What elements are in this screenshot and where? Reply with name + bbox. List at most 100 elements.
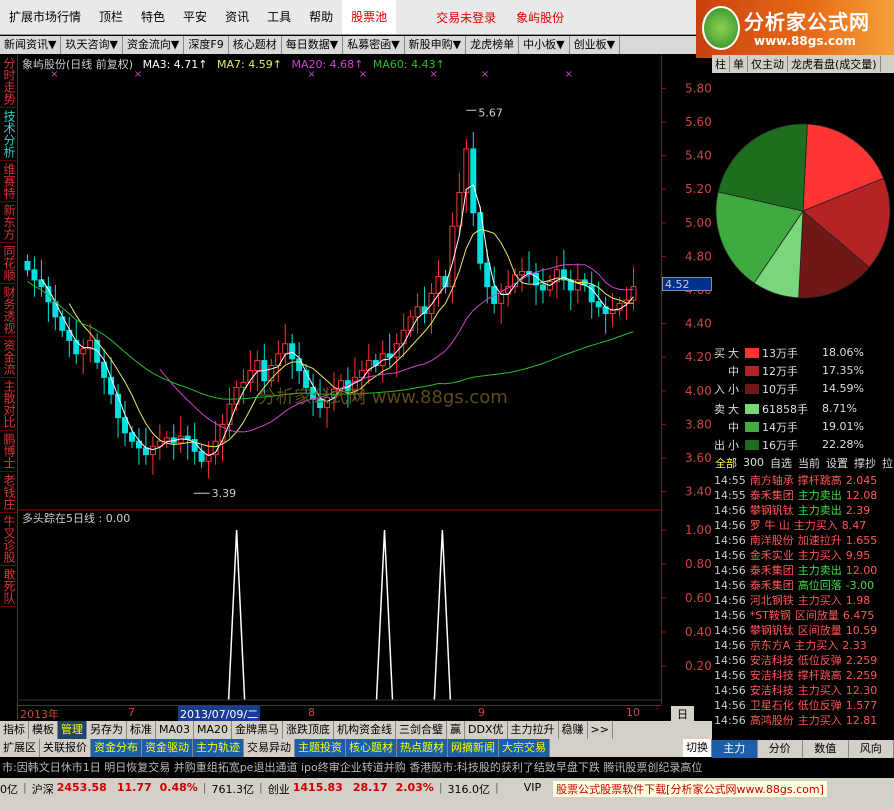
extension-tab-10[interactable]: 大宗交易 — [499, 739, 550, 757]
extension-tab-5[interactable]: 交易异动 — [244, 739, 295, 757]
vip-button[interactable]: VIP — [524, 781, 541, 794]
left-tab-0[interactable]: 分时走势 — [0, 55, 17, 108]
left-tab-9[interactable]: 老钱庄 — [0, 472, 17, 513]
trade-row[interactable]: 14:56 京东方A 主力买入 2.33 — [714, 637, 894, 652]
right-tab-2[interactable]: 仅主动 — [748, 56, 788, 72]
trade-row[interactable]: 14:56 金禾实业 主力买入 9.95 — [714, 547, 894, 562]
indicator-tab-14[interactable]: 稳赚 — [559, 721, 588, 739]
indicator-tab-4[interactable]: 标准 — [127, 721, 156, 739]
filter-tab-0[interactable]: 全部 — [712, 455, 740, 470]
filter-tab-3[interactable]: 当前 — [795, 455, 823, 470]
indicator-tab-8[interactable]: 涨跌顶底 — [283, 721, 335, 739]
menu-item-topbar[interactable]: 顶栏 — [90, 0, 132, 34]
right-bottom-tab-1[interactable]: 分价 — [758, 740, 803, 758]
tool-tab-5[interactable]: 每日数据▼ — [282, 36, 344, 54]
left-tab-4[interactable]: 同花顺 — [0, 243, 17, 284]
trade-row[interactable]: 14:56 卫星石化 低位反弹 1.577 — [714, 697, 894, 712]
tool-tab-1[interactable]: 玖天咨询▼ — [61, 36, 123, 54]
indicator-tab-9[interactable]: 机构资金线 — [334, 721, 397, 739]
indicator-tab-1[interactable]: 模板 — [29, 721, 58, 739]
left-tab-7[interactable]: 主散对比 — [0, 378, 17, 431]
right-tab-3[interactable]: 龙虎看盘(成交量) — [788, 56, 881, 72]
trade-row[interactable]: 14:56 泰禾集团 高位回落 -3.00 — [714, 577, 894, 592]
indicator-tab-15[interactable]: >> — [588, 721, 613, 739]
left-tab-10[interactable]: 牛叉诊股 — [0, 513, 17, 566]
menu-item-info[interactable]: 资讯 — [216, 0, 258, 34]
menu-item-help[interactable]: 帮助 — [300, 0, 342, 34]
filter-tab-6[interactable]: 拉出 — [879, 455, 894, 470]
tool-tab-8[interactable]: 龙虎榜单 — [466, 36, 520, 54]
menu-item-extend[interactable]: 扩展市场行情 — [0, 0, 90, 34]
trade-row[interactable]: 14:55 泰禾集团 主力卖出 12.08 — [714, 487, 894, 502]
trade-row[interactable]: 14:56 安洁科技 低位反弹 2.259 — [714, 652, 894, 667]
menu-item-feature[interactable]: 特色 — [132, 0, 174, 34]
trade-row[interactable]: 14:56 攀钢钒钛 区间放量 10.59 — [714, 622, 894, 637]
right-tab-0[interactable]: 柱 — [712, 56, 730, 72]
filter-tab-1[interactable]: 300 — [740, 456, 767, 469]
right-bottom-tab-0[interactable]: 主力 — [712, 740, 758, 758]
tool-tab-2[interactable]: 资金流向▼ — [123, 36, 185, 54]
extension-tab-6[interactable]: 主题投资 — [295, 739, 346, 757]
extension-tab-0[interactable]: 扩展区 — [0, 739, 40, 757]
indicator-tab-0[interactable]: 指标 — [0, 721, 29, 739]
filter-tab-5[interactable]: 撑抄 — [851, 455, 879, 470]
trade-row[interactable]: 14:56 攀钢钒钛 主力卖出 2.39 — [714, 502, 894, 517]
left-tab-2[interactable]: 维赛特 — [0, 161, 17, 202]
left-tab-1[interactable]: 技术分析 — [0, 108, 17, 161]
trade-row[interactable]: 14:56 高鸿股份 主力买入 12.81 — [714, 712, 894, 727]
tool-tab-3[interactable]: 深度F9 — [184, 36, 229, 54]
candle-body — [463, 148, 470, 194]
indicator-tab-6[interactable]: MA20 — [194, 721, 233, 739]
extension-tab-3[interactable]: 资金驱动 — [142, 739, 193, 757]
extension-tab-4[interactable]: 主力轨迹 — [193, 739, 244, 757]
trade-row[interactable]: 14:56 泰禾集团 主力卖出 12.00 — [714, 562, 894, 577]
extension-tab-8[interactable]: 热点题材 — [397, 739, 448, 757]
tool-tab-0[interactable]: 新闻资讯▼ — [0, 36, 62, 54]
tool-tab-4[interactable]: 核心题材 — [229, 36, 282, 54]
size-label: 小 — [728, 382, 739, 396]
indicator-tab-12[interactable]: DDX优 — [465, 721, 508, 739]
left-tab-3[interactable]: 新东方 — [0, 202, 17, 243]
ma20-value: MA20: 4.68↑ — [291, 58, 364, 71]
indicator-tab-13[interactable]: 主力拉升 — [508, 721, 559, 739]
trade-value: 10.59 — [845, 624, 878, 637]
right-bottom-tab-3[interactable]: 风向 — [849, 740, 894, 758]
trade-row[interactable]: 14:56 安洁科技 主力买入 12.30 — [714, 682, 894, 697]
left-tab-5[interactable]: 财务透视 — [0, 284, 17, 337]
trade-stock: 泰禾集团 — [749, 564, 794, 577]
kline-chart[interactable]: 5.673.39× × × × × × × — [18, 55, 661, 705]
indicator-tab-3[interactable]: 另存为 — [87, 721, 127, 739]
trade-row[interactable]: 14:56 罗 牛 山主力买入 8.47 — [714, 517, 894, 532]
indicator-tab-11[interactable]: 赢 — [447, 721, 466, 739]
menu-item-tools[interactable]: 工具 — [258, 0, 300, 34]
indicator-tab-5[interactable]: MA03 — [156, 721, 195, 739]
right-tab-1[interactable]: 单 — [730, 56, 748, 72]
left-tab-11[interactable]: 敢死队 — [0, 566, 17, 607]
indicator-tab-7[interactable]: 金牌黑马 — [232, 721, 284, 739]
extension-tab-2[interactable]: 资金分布 — [91, 739, 142, 757]
status-notice[interactable]: 股票公式股票软件下载[分析家公式网www.88gs.com] — [553, 781, 827, 797]
tool-tab-9[interactable]: 中小板▼ — [519, 36, 570, 54]
left-tab-6[interactable]: 资金流 — [0, 337, 17, 378]
extension-tab-7[interactable]: 核心题材 — [346, 739, 397, 757]
extension-tab-9[interactable]: 网摘新闻 — [448, 739, 499, 757]
stock-pool-button[interactable]: 股票池 — [342, 0, 397, 34]
filter-tab-4[interactable]: 设置 — [823, 455, 851, 470]
trade-row[interactable]: 14:56 安洁科技 撑杆跳高 2.259 — [714, 667, 894, 682]
trade-row[interactable]: 14:56 河北钢铁 主力买入 1.98 — [714, 592, 894, 607]
trade-row[interactable]: 14:56 南洋股份 加速拉升 1.655 — [714, 532, 894, 547]
menu-item-pingan[interactable]: 平安 — [174, 0, 216, 34]
left-tab-8[interactable]: 鹏博士 — [0, 431, 17, 472]
tool-tab-10[interactable]: 创业板▼ — [570, 36, 621, 54]
trade-row[interactable]: 14:55 南方轴承 撑杆跳高 2.045 — [714, 472, 894, 487]
switch-button[interactable]: 切换 — [683, 739, 712, 757]
y-tick-label: 5.00 — [685, 216, 712, 230]
indicator-tab-10[interactable]: 三剑合璧 — [396, 721, 448, 739]
tool-tab-7[interactable]: 新股申购▼ — [405, 36, 467, 54]
tool-tab-6[interactable]: 私募密函▼ — [343, 36, 405, 54]
extension-tab-1[interactable]: 关联报价 — [40, 739, 91, 757]
trade-row[interactable]: 14:56 *ST鞍钢 区间放量 6.475 — [714, 607, 894, 622]
indicator-tab-2[interactable]: 管理 — [58, 721, 87, 739]
right-bottom-tab-2[interactable]: 数值 — [803, 740, 849, 758]
filter-tab-2[interactable]: 自选 — [767, 455, 795, 470]
